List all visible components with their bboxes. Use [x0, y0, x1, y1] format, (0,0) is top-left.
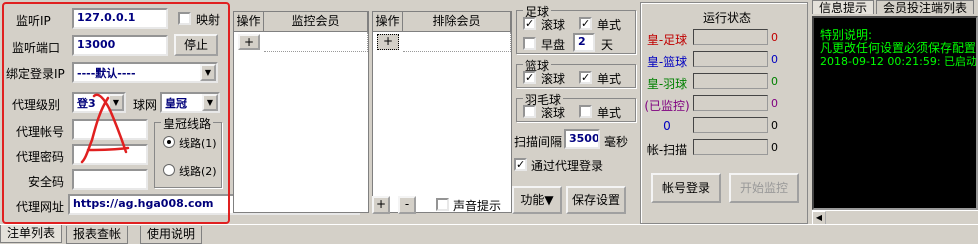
badminton-group: 羽毛球 滚球 单式: [516, 91, 636, 122]
football-early-checkbox[interactable]: [523, 37, 536, 50]
days-input[interactable]: 2: [573, 33, 595, 52]
status-row-box: [693, 139, 768, 155]
info-tabbar: 信息提示 会员投注端列表: [812, 0, 978, 16]
tab-help[interactable]: 使用说明: [140, 226, 203, 244]
football-rolling-label: 滚球: [541, 18, 566, 32]
grid-op-header: 操作: [234, 12, 264, 32]
zoom-in-button[interactable]: +: [372, 196, 390, 214]
status-row-box: [693, 29, 768, 45]
basketball-rolling-label: 滚球: [541, 72, 566, 86]
function-menu-button[interactable]: 功能▼: [512, 186, 562, 214]
scan-interval-input[interactable]: 3500: [564, 129, 600, 149]
monitor-member-grid[interactable]: 操作 监控会员 +: [233, 11, 369, 213]
info-line3: 2018-09-12 00:21:59: 已启动到: [820, 55, 978, 68]
bottom-tabbar: 注单列表 报表查帐 使用说明: [0, 224, 978, 244]
monitor-member-header: 监控会员: [264, 12, 368, 32]
info-console: 特别说明: 凡更改任何设置必须保存配置, 2018-09-12 00:21:59…: [812, 16, 978, 210]
status-row-box: [693, 117, 768, 133]
info-scrollbar[interactable]: ◀: [812, 210, 978, 225]
basketball-single-checkbox[interactable]: ✓: [579, 71, 592, 84]
exclude-member-grid[interactable]: 操作 排除会员 +: [372, 11, 512, 213]
status-title: 运行状态: [703, 11, 752, 25]
status-row-name: (已监控): [644, 99, 690, 113]
football-group: 足球 ✓ 滚球 ✓ 单式 早盘 2 天: [516, 3, 636, 54]
scan-interval-label: 扫描间隔: [514, 135, 563, 149]
status-row-name: 0: [663, 119, 671, 133]
save-settings-button[interactable]: 保存设置: [566, 186, 626, 214]
status-row-count: 0: [771, 75, 778, 88]
exclude-add-button[interactable]: +: [377, 34, 399, 50]
grid-op-header: 操作: [373, 12, 403, 32]
monitor-row: [264, 32, 368, 52]
basketball-rolling-checkbox[interactable]: ✓: [523, 71, 536, 84]
basketball-single-label: 单式: [597, 72, 622, 86]
red-scribble: [80, 93, 130, 164]
ms-label: 毫秒: [604, 135, 629, 149]
status-row-name: 帐-扫描: [646, 143, 688, 157]
sound-label: 声音提示: [453, 199, 502, 213]
exclude-member-header: 排除会员: [403, 12, 511, 32]
football-rolling-checkbox[interactable]: ✓: [523, 17, 536, 30]
scroll-left-icon[interactable]: ◀: [812, 211, 826, 225]
badminton-single-label: 单式: [597, 106, 622, 120]
football-early-label: 早盘: [541, 38, 566, 52]
status-row-count: 0: [771, 141, 778, 154]
sound-checkbox[interactable]: [436, 198, 449, 211]
status-row-box: [693, 95, 768, 111]
start-monitor-button[interactable]: 开始监控: [729, 173, 799, 203]
status-row-count: 0: [771, 31, 778, 44]
tab-report[interactable]: 报表查帐: [66, 226, 129, 244]
status-row-name: 皇-羽球: [646, 77, 688, 91]
football-single-label: 单式: [597, 18, 622, 32]
monitor-add-button[interactable]: +: [238, 34, 260, 50]
via-proxy-label: 通过代理登录: [531, 159, 604, 173]
account-login-button[interactable]: 帐号登录: [651, 173, 721, 203]
tab-member-bet-list[interactable]: 会员投注端列表: [876, 0, 975, 15]
tab-info[interactable]: 信息提示: [812, 0, 875, 15]
badminton-single-checkbox[interactable]: [579, 105, 592, 118]
status-row-count: 0: [771, 119, 778, 132]
status-panel: 运行状态 皇-足球 0 皇-篮球 0 皇-羽球 0 (已监控) 0 0 0 帐-扫描 0 帐号登录 开…: [640, 2, 808, 224]
status-row-name: 皇-足球: [646, 33, 688, 47]
badminton-rolling-label: 滚球: [541, 106, 566, 120]
football-single-checkbox[interactable]: ✓: [579, 17, 592, 30]
status-row-box: [693, 73, 768, 89]
days-label: 天: [601, 38, 614, 52]
via-proxy-checkbox[interactable]: ✓: [514, 158, 527, 171]
tab-bet-list[interactable]: 注单列表: [0, 225, 63, 243]
status-row-box: [693, 51, 768, 67]
badminton-rolling-checkbox[interactable]: [523, 105, 536, 118]
basketball-group: 篮球 ✓ 滚球 ✓ 单式: [516, 57, 636, 88]
status-row-count: 0: [771, 97, 778, 110]
status-row-name: 皇-篮球: [646, 55, 688, 69]
zoom-out-button[interactable]: -: [398, 196, 416, 214]
status-row-count: 0: [771, 53, 778, 66]
exclude-row: [403, 32, 511, 52]
